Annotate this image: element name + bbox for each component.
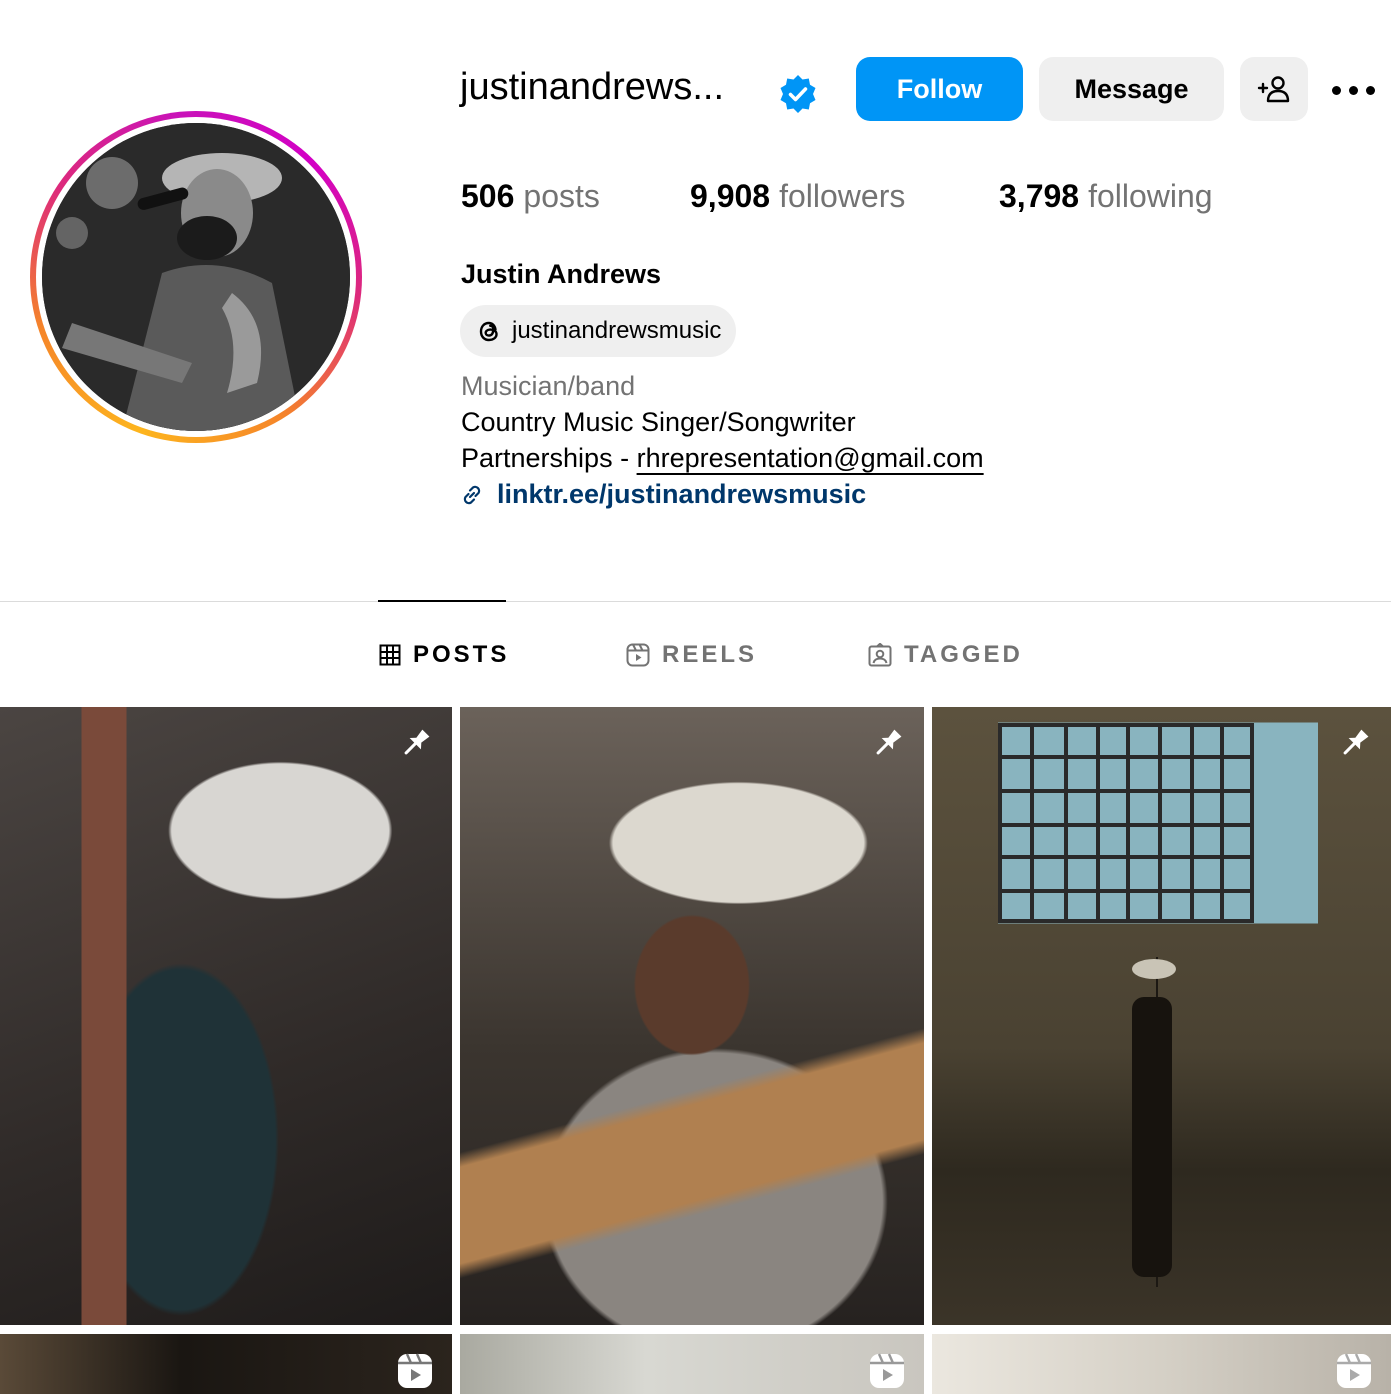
- bio-email-link[interactable]: rhrepresentation@gmail.com: [637, 443, 984, 473]
- profile-full-name: Justin Andrews: [461, 259, 662, 289]
- bio-line: Country Music Singer/Songwriter: [461, 407, 856, 437]
- tab-reels[interactable]: REELS: [626, 640, 757, 670]
- pin-icon: [876, 729, 902, 755]
- pin-icon: [1343, 729, 1369, 755]
- threads-icon: [479, 321, 498, 342]
- threads-handle: justinandrewsmusic: [512, 317, 722, 344]
- tab-posts-label: POSTS: [413, 641, 510, 668]
- verified-badge-icon: [780, 75, 816, 113]
- reels-icon: [626, 643, 650, 667]
- post-tile[interactable]: [0, 707, 452, 1325]
- tagged-icon: [868, 643, 892, 667]
- followers-stat[interactable]: 9,908 followers: [690, 178, 905, 215]
- add-user-icon: [1257, 76, 1290, 103]
- post-photo-window: [998, 723, 1254, 1277]
- tab-tagged-label: TAGGED: [904, 641, 1023, 668]
- post-tile[interactable]: [932, 1334, 1391, 1394]
- tab-posts[interactable]: POSTS: [379, 640, 509, 670]
- more-options-icon[interactable]: [1332, 80, 1380, 100]
- threads-badge[interactable]: justinandrewsmusic: [460, 305, 737, 357]
- avatar-photo: [42, 123, 350, 431]
- reels-icon: [398, 1353, 432, 1388]
- profile-username: justinandrews...: [460, 66, 725, 108]
- following-stat[interactable]: 3,798 following: [999, 178, 1213, 215]
- grid-icon: [379, 644, 401, 666]
- suggested-users-button[interactable]: [1240, 57, 1308, 121]
- story-ring[interactable]: [30, 111, 362, 443]
- active-tab-indicator: [378, 600, 506, 602]
- reels-icon: [870, 1353, 904, 1388]
- message-button[interactable]: Message: [1039, 57, 1224, 121]
- followers-label: followers: [779, 178, 906, 214]
- reels-icon: [1337, 1353, 1371, 1388]
- profile-category: Musician/band: [461, 371, 636, 401]
- posts-stat: 506 posts: [461, 178, 600, 215]
- tab-tagged[interactable]: TAGGED: [868, 640, 1023, 670]
- post-tile[interactable]: [0, 1334, 452, 1394]
- posts-count: 506: [461, 178, 515, 214]
- post-tile[interactable]: [460, 707, 924, 1325]
- profile-link-text: linktr.ee/justinandrewsmusic: [497, 479, 867, 509]
- tab-reels-label: REELS: [662, 641, 758, 668]
- posts-label: posts: [523, 178, 600, 214]
- bio-partnerships-prefix: Partnerships -: [461, 443, 637, 473]
- pin-icon: [404, 729, 430, 755]
- profile-link[interactable]: linktr.ee/justinandrewsmusic: [459, 479, 866, 510]
- followers-count: 9,908: [690, 178, 771, 214]
- link-icon: [463, 485, 481, 504]
- following-label: following: [1088, 178, 1213, 214]
- following-count: 3,798: [999, 178, 1080, 214]
- follow-button[interactable]: Follow: [856, 57, 1023, 121]
- bio-partnerships-line: Partnerships - rhrepresentation@gmail.co…: [461, 443, 984, 474]
- profile-avatar[interactable]: [42, 123, 350, 431]
- tab-divider: [0, 601, 1391, 602]
- post-tile[interactable]: [932, 707, 1391, 1325]
- post-tile[interactable]: [460, 1334, 924, 1394]
